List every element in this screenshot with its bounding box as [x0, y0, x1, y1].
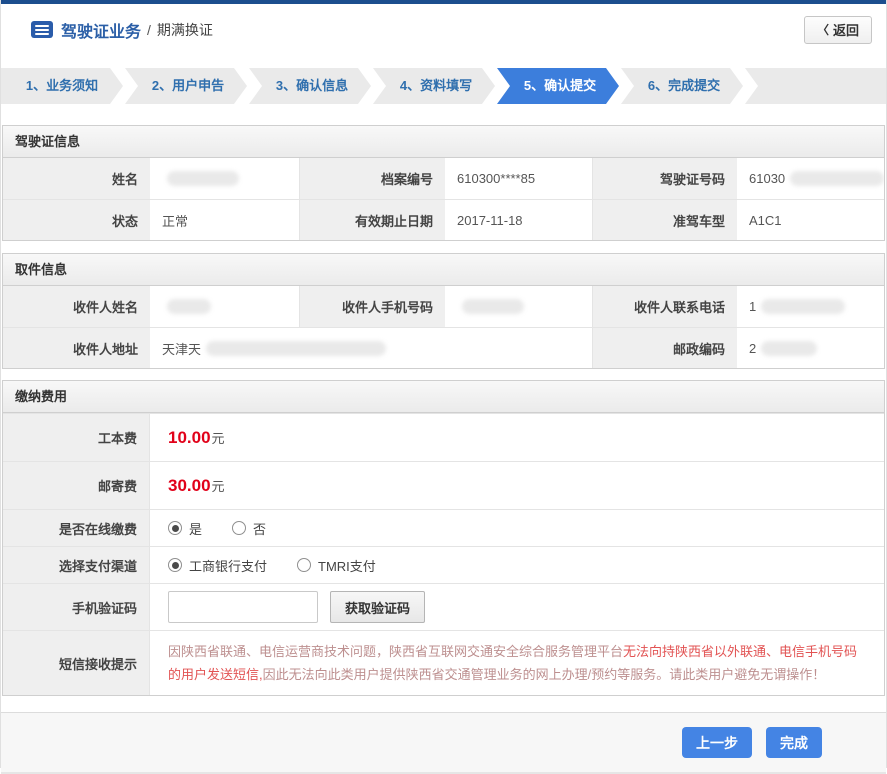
online-payment-options: 是 否	[150, 510, 884, 546]
license-panel-title: 驾驶证信息	[3, 126, 884, 158]
recipient-phone-value: 1	[737, 286, 884, 327]
get-verification-code-button[interactable]: 获取验证码	[330, 591, 426, 623]
production-fee-amount: 10.00	[168, 427, 211, 447]
expiry-value: 2017-11-18	[445, 199, 592, 240]
verification-code-controls: 获取验证码	[150, 584, 884, 630]
online-payment-yes-label: 是	[189, 521, 203, 537]
production-fee-unit: 元	[211, 431, 225, 446]
license-info-table: 姓名 档案编号 610300****85 驾驶证号码 61030 状态 正常 有…	[3, 158, 884, 240]
production-fee-value: 10.00 元	[150, 414, 884, 461]
redacted-recipient-phone	[761, 299, 846, 314]
breadcrumb-primary: 驾驶证业务	[61, 23, 142, 41]
wizard-step-4: 4、资料填写	[373, 68, 495, 104]
pickup-panel-title: 取件信息	[3, 254, 884, 286]
back-button[interactable]: 〈 返回	[803, 15, 872, 44]
wizard-step-3: 3、确认信息	[249, 68, 371, 104]
payment-channel-label: 选择支付渠道	[3, 547, 150, 583]
online-payment-label: 是否在线缴费	[3, 510, 150, 546]
name-label: 姓名	[3, 158, 150, 199]
footer-action-bar: 上一步 完成	[1, 712, 886, 774]
page-header: 驾驶证业务 / 期满换证 〈 返回	[1, 4, 886, 55]
online-payment-no-label: 否	[253, 521, 267, 537]
expiry-label: 有效期止日期	[299, 199, 445, 240]
channel-icbc-label: 工商银行支付	[189, 558, 268, 574]
vehicle-class-label: 准驾车型	[592, 199, 737, 240]
sms-notice-part3: 因此无法向此类用户提供陕西省交通管理业务的网上办理/预约等服务。请此类用户避免无…	[262, 667, 826, 682]
recipient-phone-label: 收件人联系电话	[592, 286, 737, 327]
redacted-recipient-name	[167, 299, 211, 314]
postal-code-value: 2	[737, 327, 884, 368]
radio-unselected-icon	[297, 558, 312, 572]
breadcrumb-separator: /	[147, 21, 151, 38]
pickup-info-table: 收件人姓名 收件人手机号码 收件人联系电话 1 收件人地址 天津天 邮政编码 2	[3, 286, 884, 368]
sms-notice-text: 因陕西省联通、电信运营商技术问题，陕西省互联网交通安全综合服务管理平台无法向持陕…	[150, 631, 884, 695]
license-number-label: 驾驶证号码	[592, 158, 737, 199]
recipient-mobile-label: 收件人手机号码	[299, 286, 445, 327]
mailing-fee-row: 邮寄费 30.00 元	[3, 461, 884, 509]
radio-unselected-icon	[232, 521, 247, 535]
breadcrumb-secondary: 期满换证	[156, 21, 213, 38]
online-payment-yes-radio[interactable]: 是	[168, 519, 202, 538]
file-number-value: 610300****85	[445, 158, 592, 199]
payment-channel-options: 工商银行支付 TMRI支付	[150, 547, 884, 583]
payment-channel-row: 选择支付渠道 工商银行支付 TMRI支付	[3, 546, 884, 583]
mailing-fee-label: 邮寄费	[3, 462, 150, 509]
production-fee-label: 工本费	[3, 414, 150, 461]
fees-panel-title: 缴纳费用	[3, 381, 884, 413]
redacted-license-number	[790, 171, 884, 186]
step-wizard: 1、业务须知 2、用户申告 3、确认信息 4、资料填写 5、确认提交 6、完成提…	[1, 68, 886, 104]
sms-notice-label: 短信接收提示	[3, 631, 150, 695]
verification-code-input[interactable]	[168, 591, 318, 623]
previous-step-button[interactable]: 上一步	[682, 727, 752, 758]
postal-code-label: 邮政编码	[592, 327, 737, 368]
sms-notice-part1: 因陕西省联通、电信运营商技术问题，陕西省互联网交通安全综合服务管理平台	[168, 644, 624, 659]
channel-tmri-radio[interactable]: TMRI支付	[297, 556, 376, 575]
finish-button[interactable]: 完成	[766, 727, 822, 758]
license-number-value: 61030	[737, 158, 884, 199]
recipient-address-label: 收件人地址	[3, 327, 150, 368]
wizard-filler	[745, 68, 886, 104]
online-payment-row: 是否在线缴费 是 否	[3, 509, 884, 546]
pickup-info-panel: 取件信息 收件人姓名 收件人手机号码 收件人联系电话 1 收件人地址 天津天 邮…	[2, 253, 885, 369]
redacted-postal-code	[761, 340, 818, 356]
mailing-fee-value: 30.00 元	[150, 462, 884, 509]
wizard-step-5-active: 5、确认提交	[497, 68, 619, 104]
wizard-step-1: 1、业务须知	[1, 68, 123, 104]
recipient-name-label: 收件人姓名	[3, 286, 150, 327]
status-label: 状态	[3, 199, 150, 240]
recipient-mobile-value	[445, 286, 592, 327]
mailing-fee-amount: 30.00	[168, 475, 211, 495]
wizard-step-6: 6、完成提交	[621, 68, 743, 104]
channel-icbc-radio[interactable]: 工商银行支付	[168, 556, 267, 575]
recipient-address-value: 天津天	[150, 327, 592, 368]
license-info-panel: 驾驶证信息 姓名 档案编号 610300****85 驾驶证号码 61030 状…	[2, 125, 885, 241]
mailing-fee-unit: 元	[211, 479, 225, 494]
sms-notice-row: 短信接收提示 因陕西省联通、电信运营商技术问题，陕西省互联网交通安全综合服务管理…	[3, 630, 884, 695]
channel-tmri-label: TMRI支付	[318, 558, 376, 574]
radio-selected-icon	[168, 558, 182, 572]
verification-code-label: 手机验证码	[3, 584, 150, 630]
verification-code-row: 手机验证码 获取验证码	[3, 583, 884, 630]
fees-panel: 缴纳费用 工本费 10.00 元 邮寄费 30.00 元 是否在线缴费 是 否 …	[2, 380, 885, 696]
radio-selected-icon	[168, 521, 182, 535]
wizard-step-2: 2、用户申告	[125, 68, 247, 104]
file-number-label: 档案编号	[299, 158, 445, 199]
name-value	[150, 158, 299, 199]
document-list-icon	[31, 21, 53, 38]
online-payment-no-radio[interactable]: 否	[232, 519, 266, 538]
chevron-left-icon: 〈	[816, 23, 829, 37]
redacted-name	[167, 171, 239, 186]
redacted-recipient-address	[206, 340, 387, 356]
status-value: 正常	[150, 199, 299, 240]
recipient-name-value	[150, 286, 299, 327]
back-button-label: 返回	[832, 23, 859, 38]
redacted-recipient-mobile	[462, 299, 524, 314]
production-fee-row: 工本费 10.00 元	[3, 413, 884, 461]
vehicle-class-value: A1C1	[737, 199, 884, 240]
